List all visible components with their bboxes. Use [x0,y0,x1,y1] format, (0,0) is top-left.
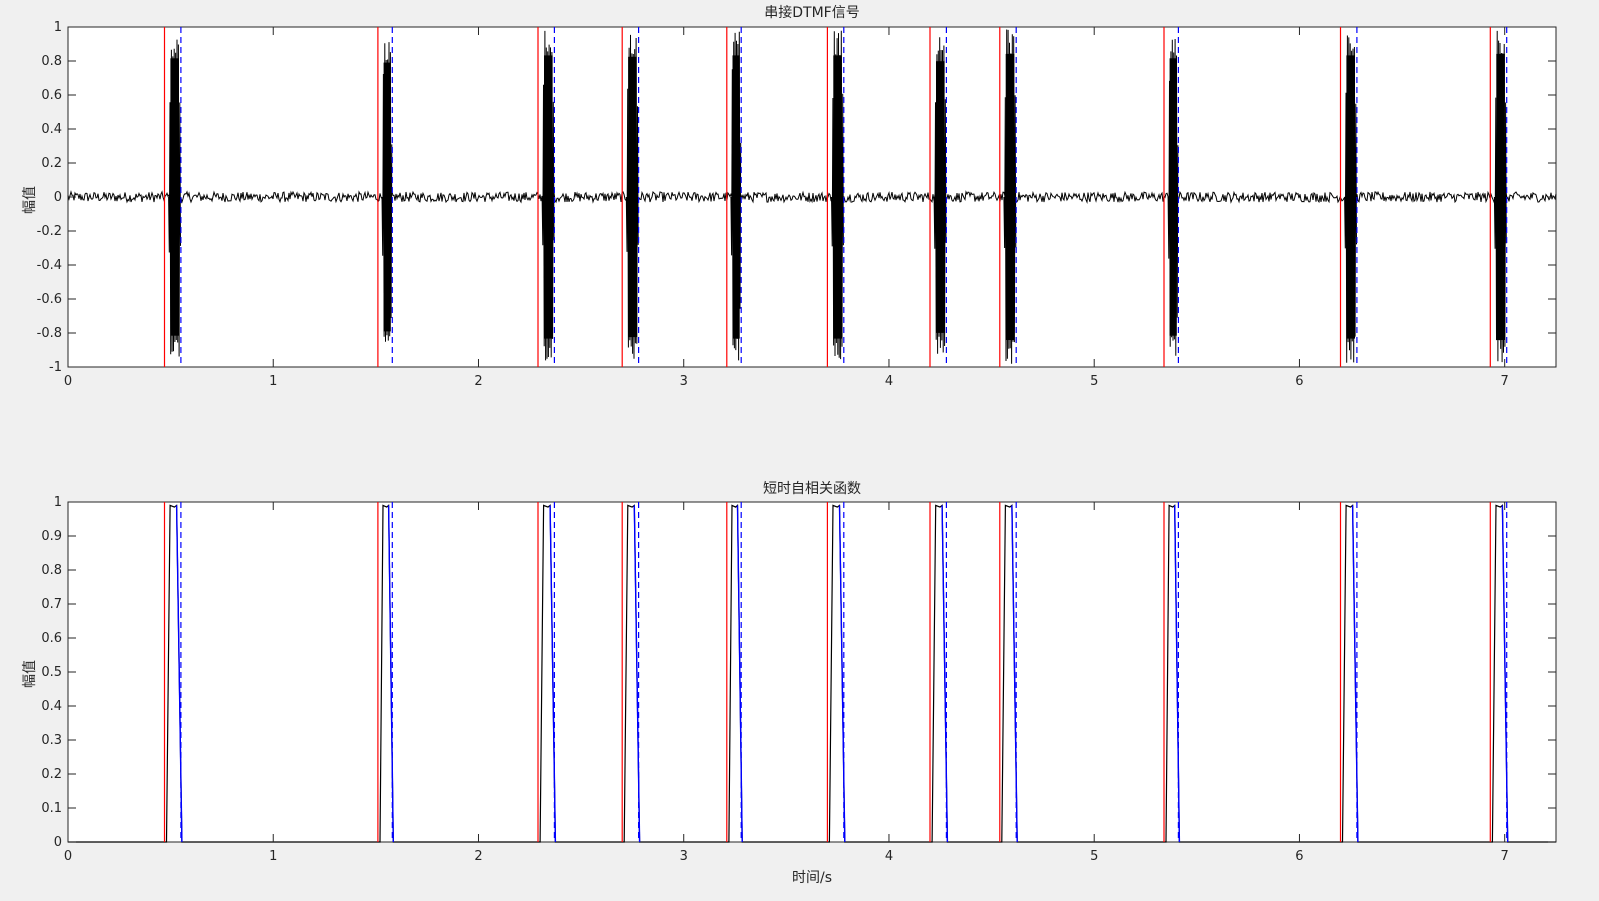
figure: 串接DTMF信号 幅值 0 1 2 3 4 5 6 7-1-0.8-0.6-0.4-0.200… [22,4,1557,886]
autocorrelation-chart: 短时自相关函数 幅值 时间/s 0 1 2 3 4 5 6 7 0 0.1 0.2 0.3 0.4 0.5… [22,481,1557,886]
y-tick-label: 0.6 [41,631,62,646]
signal-chart-ylabel: 幅值 [22,186,38,214]
y-tick-label: -0.2 [37,224,62,239]
autocorrelation-chart-title: 短时自相关函数 [763,481,861,497]
y-tick-label: 0 [54,835,62,850]
signal-burst-core [732,55,740,339]
y-tick-label: -0.8 [37,326,62,341]
y-tick-label: 0 [54,190,62,205]
autocorrelation-chart-axes [67,501,1557,843]
x-tick-label: 5 [1090,374,1098,389]
x-tick-label: 0 [64,374,72,389]
y-tick-label: -0.4 [37,258,62,273]
y-tick-label: 1 [54,20,62,35]
x-tick-label: 6 [1295,849,1303,864]
x-tick-label: 1 [269,849,277,864]
signal-burst-core [833,55,842,339]
x-tick-label: 4 [885,374,893,389]
y-tick-label: 0.9 [41,529,62,544]
signal-burst-core [1005,53,1015,341]
y-tick-label: 0.8 [41,54,62,69]
y-tick-label: -0.6 [37,292,62,307]
x-tick-label: 6 [1295,374,1303,389]
x-tick-label: 0 [64,849,72,864]
y-tick-label: 0.1 [41,801,62,816]
signal-burst-core [1346,55,1355,339]
signal-chart: 串接DTMF信号 幅值 0 1 2 3 4 5 6 7 -1 -0.8 -0.6 -0.4 -0.2 0 0… [22,4,1557,389]
y-tick-label: 0.8 [41,563,62,578]
signal-burst-core [544,55,553,339]
signal-burst-core [1496,53,1505,341]
y-tick-label: 0.6 [41,88,62,103]
x-tick-label: 2 [474,374,482,389]
y-tick-label: 0.2 [41,767,62,782]
signal-burst-core [170,58,179,336]
y-tick-label: 0.2 [41,156,62,171]
x-tick-label: 7 [1501,374,1509,389]
autocorrelation-chart-ylabel: 幅值 [22,660,38,688]
signal-burst-core [383,62,391,332]
x-tick-label: 7 [1501,849,1509,864]
autocorrelation-chart-xlabel: 时间/s [792,870,832,886]
y-tick-label: 0.4 [41,122,62,137]
y-tick-label: 0.4 [41,699,62,714]
x-tick-label: 1 [269,374,277,389]
x-tick-label: 3 [680,374,688,389]
y-tick-label: 0.7 [41,597,62,612]
x-tick-label: 3 [680,849,688,864]
x-tick-label: 2 [474,849,482,864]
x-tick-label: 5 [1090,849,1098,864]
y-tick-label: 0.3 [41,733,62,748]
signal-burst-core [1169,58,1177,336]
x-tick-label: 4 [885,849,893,864]
y-tick-label: 0.5 [41,665,62,680]
signal-burst-core [936,61,945,333]
y-tick-label: 1 [54,495,62,510]
signal-burst-core [628,56,637,338]
signal-chart-title: 串接DTMF信号 [764,4,859,21]
y-tick-label: -1 [49,360,62,375]
